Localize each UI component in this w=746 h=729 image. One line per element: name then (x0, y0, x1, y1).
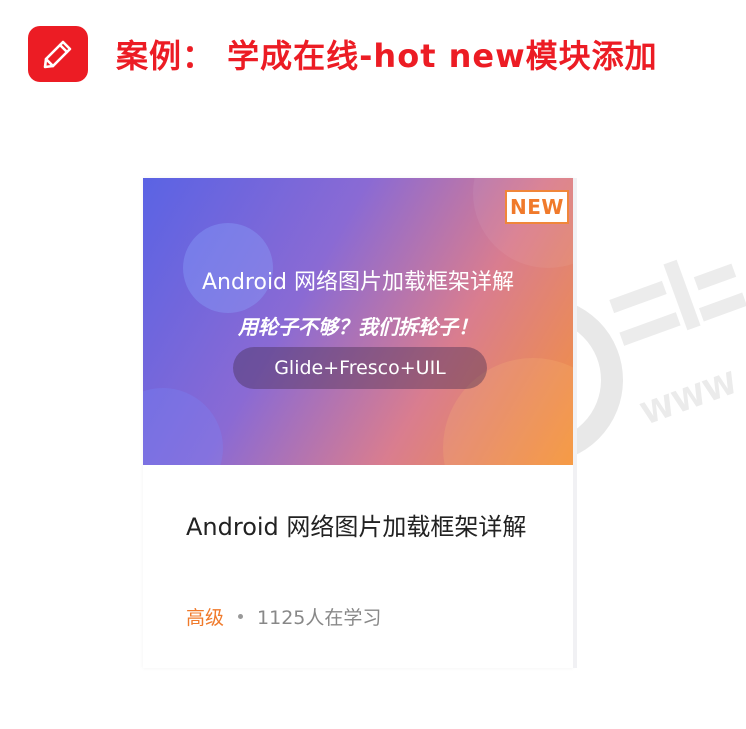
course-level: 高级 (186, 607, 225, 629)
course-meta: 高级 1125人在学习 (186, 603, 381, 630)
page-title: 案例： 学成在线-hot new模块添加 (116, 37, 658, 75)
page-header: 案例： 学成在线-hot new模块添加 (28, 26, 658, 82)
separator-dot-icon (238, 614, 244, 619)
banner-slogan: 用轮子不够？我们拆轮子！ (238, 315, 478, 339)
banner-tech-pill: Glide+Fresco+UIL (233, 347, 487, 389)
banner-decoration (143, 388, 223, 465)
new-badge: NEW (505, 190, 569, 224)
svg-text:WWW: WWW (637, 366, 742, 433)
course-banner[interactable]: Android 网络图片加载框架详解 用轮子不够？我们拆轮子！ Glide+Fr… (143, 178, 573, 465)
banner-title: Android 网络图片加载框架详解 (201, 270, 515, 295)
pencil-icon (28, 26, 88, 82)
course-card[interactable]: Android 网络图片加载框架详解 用轮子不够？我们拆轮子！ Glide+Fr… (143, 178, 577, 668)
learner-count: 1125人在学习 (257, 607, 382, 629)
course-title[interactable]: Android 网络图片加载框架详解 (186, 508, 546, 546)
